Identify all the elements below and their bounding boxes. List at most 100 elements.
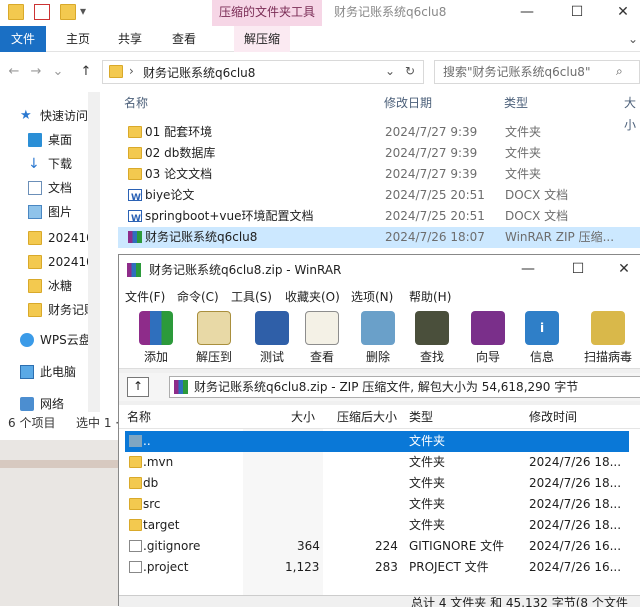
entry-name: target <box>143 518 180 532</box>
column-modified[interactable]: 修改时间 <box>529 405 577 429</box>
column-packed[interactable]: 压缩后大小 <box>337 405 397 429</box>
recent-dropdown-icon[interactable]: ⌄ <box>50 64 66 80</box>
address-dropdown-icon[interactable]: ⌄ <box>385 64 395 78</box>
file-row[interactable]: 01 配套环境 2024/7/27 9:39 文件夹 <box>118 122 640 143</box>
column-name[interactable]: 名称 <box>127 405 151 429</box>
menu-file[interactable]: 文件(F) <box>125 288 165 305</box>
file-icon <box>129 540 142 552</box>
find-button[interactable]: 查找 <box>403 309 461 367</box>
new-folder-icon[interactable] <box>60 4 76 20</box>
tab-view[interactable]: 查看 <box>162 26 206 52</box>
column-name[interactable]: 名称 <box>124 92 148 114</box>
sidebar-item-this-pc[interactable]: 此电脑 <box>0 360 100 384</box>
wizard-button[interactable]: 向导 <box>459 309 517 367</box>
sidebar-item-bingtang[interactable]: 冰糖 <box>0 274 100 298</box>
sidebar-item-documents[interactable]: 文档 <box>0 176 100 200</box>
view-label: 查看 <box>309 350 334 364</box>
menu-tools[interactable]: 工具(S) <box>231 288 272 305</box>
winrar-icon <box>127 263 141 277</box>
archive-row[interactable]: target 文件夹 2024/7/26 18... <box>119 515 640 536</box>
sidebar-scrollbar[interactable] <box>88 92 100 412</box>
forward-icon[interactable]: → <box>28 64 44 80</box>
sidebar-item-wps-cloud[interactable]: WPS云盘 <box>0 328 100 352</box>
archive-column-header: 名称 大小 压缩后大小 类型 修改时间 <box>119 405 640 429</box>
sidebar-item-folder-2[interactable]: 20241020 <box>0 250 100 274</box>
document-icon <box>28 181 42 195</box>
winrar-maximize-button[interactable]: ☐ <box>555 257 601 283</box>
winrar-title: 财务记账系统q6clu8.zip - WinRAR <box>149 263 342 277</box>
entry-name: db <box>143 476 159 490</box>
back-icon[interactable]: ← <box>6 64 22 80</box>
menu-commands[interactable]: 命令(C) <box>177 288 219 305</box>
search-icon[interactable]: ⌕ <box>616 64 623 79</box>
refresh-icon[interactable]: ↻ <box>405 64 415 78</box>
winrar-close-button[interactable]: ✕ <box>601 257 640 283</box>
up-one-level-button[interactable]: ↑ <box>127 377 149 397</box>
file-row[interactable]: biye论文 2024/7/25 20:51 DOCX 文档 <box>118 185 640 209</box>
tab-file[interactable]: 文件 <box>0 26 46 52</box>
sidebar-item-desktop[interactable]: 桌面 <box>0 128 100 152</box>
add-label: 添加 <box>143 350 168 364</box>
archive-row[interactable]: src 文件夹 2024/7/26 18... <box>119 494 640 515</box>
info-button[interactable]: i 信息 <box>513 309 571 367</box>
delete-label: 删除 <box>365 350 390 364</box>
file-row-selected[interactable]: 财务记账系统q6clu8 2024/7/26 18:07 WinRAR ZIP … <box>118 227 640 248</box>
sidebar-item-caiwu[interactable]: 财务记账 <box>0 298 100 322</box>
maximize-button[interactable]: ☐ <box>554 0 600 26</box>
sidebar-item-downloads[interactable]: ↓ 下载 <box>0 152 100 176</box>
menu-favorites[interactable]: 收藏夹(O) <box>285 288 340 305</box>
entry-name: .gitignore <box>143 539 201 553</box>
column-type[interactable]: 类型 <box>504 92 528 114</box>
file-date: 2024/7/25 20:51 <box>385 188 485 202</box>
tab-share[interactable]: 共享 <box>108 26 152 52</box>
menu-help[interactable]: 帮助(H) <box>409 288 451 305</box>
entry-name: .project <box>143 560 189 574</box>
add-button[interactable]: 添加 <box>127 309 185 367</box>
archive-row-selected[interactable]: .. 文件夹 <box>125 431 629 452</box>
archive-row[interactable]: .project 1,123 283 PROJECT 文件 2024/7/26 … <box>119 557 640 578</box>
menu-options[interactable]: 选项(N) <box>351 288 393 305</box>
archive-row[interactable]: .mvn 文件夹 2024/7/26 18... <box>119 452 640 473</box>
virus-scan-button[interactable]: 扫描病毒 <box>575 309 640 367</box>
desktop-strip <box>0 460 120 468</box>
extract-to-button[interactable]: 解压到 <box>185 309 243 367</box>
tab-extract[interactable]: 解压缩 <box>234 26 291 52</box>
ribbon-expand-icon[interactable]: ⌄ <box>628 32 638 46</box>
breadcrumb[interactable]: 财务记账系统q6clu8 <box>143 64 255 81</box>
file-row[interactable]: 02 db数据库 2024/7/27 9:39 文件夹 <box>118 143 640 164</box>
archive-row[interactable]: .gitignore 364 224 GITIGNORE 文件 2024/7/2… <box>119 536 640 557</box>
archive-path-box[interactable]: 财务记账系统q6clu8.zip - ZIP 压缩文件, 解包大小为 54,61… <box>169 376 640 398</box>
address-bar[interactable]: › 财务记账系统q6clu8 ⌄ ↻ <box>102 60 424 84</box>
entry-type: 文件夹 <box>409 497 446 511</box>
view-button[interactable]: 查看 <box>293 309 351 367</box>
file-date: 2024/7/27 9:39 <box>385 167 478 181</box>
column-size[interactable]: 大小 <box>624 92 640 132</box>
sidebar-item-pictures[interactable]: 图片 <box>0 200 100 224</box>
winrar-archive-icon <box>128 231 142 243</box>
column-size[interactable]: 大小 <box>291 405 315 429</box>
binoculars-icon <box>415 311 449 345</box>
column-type[interactable]: 类型 <box>409 405 433 429</box>
file-row[interactable]: 03 论文文档 2024/7/27 9:39 文件夹 <box>118 164 640 185</box>
minimize-button[interactable]: — <box>504 0 550 26</box>
up-icon[interactable]: ↑ <box>78 64 94 80</box>
winrar-menu-bar: 文件(F) 命令(C) 工具(S) 收藏夹(O) 选项(N) 帮助(H) <box>119 285 640 307</box>
tab-home[interactable]: 主页 <box>56 26 100 52</box>
find-label: 查找 <box>419 350 444 364</box>
close-button[interactable]: ✕ <box>600 0 640 26</box>
quick-access-dropdown-icon[interactable]: ▾ <box>80 4 86 18</box>
sidebar-item-quick-access[interactable]: ★ 快速访问 <box>0 104 100 128</box>
search-input[interactable]: 搜索"财务记账系统q6clu8" <box>434 60 640 84</box>
winrar-minimize-button[interactable]: — <box>505 257 551 283</box>
title-bar: ▾ 压缩的文件夹工具 财务记账系统q6clu8 — ☐ ✕ <box>0 0 640 26</box>
entry-packed: 283 <box>375 560 398 574</box>
properties-icon[interactable] <box>34 4 50 20</box>
picture-icon <box>28 205 42 219</box>
sidebar-item-folder-1[interactable]: 20241020 <box>0 226 100 250</box>
column-date[interactable]: 修改日期 <box>384 92 432 114</box>
archive-row[interactable]: db 文件夹 2024/7/26 18... <box>119 473 640 494</box>
entry-packed: 224 <box>375 539 398 553</box>
file-row[interactable]: springboot+vue环境配置文档 2024/7/25 20:51 DOC… <box>118 206 640 230</box>
cloud-icon <box>20 333 34 347</box>
delete-button[interactable]: 删除 <box>349 309 407 367</box>
